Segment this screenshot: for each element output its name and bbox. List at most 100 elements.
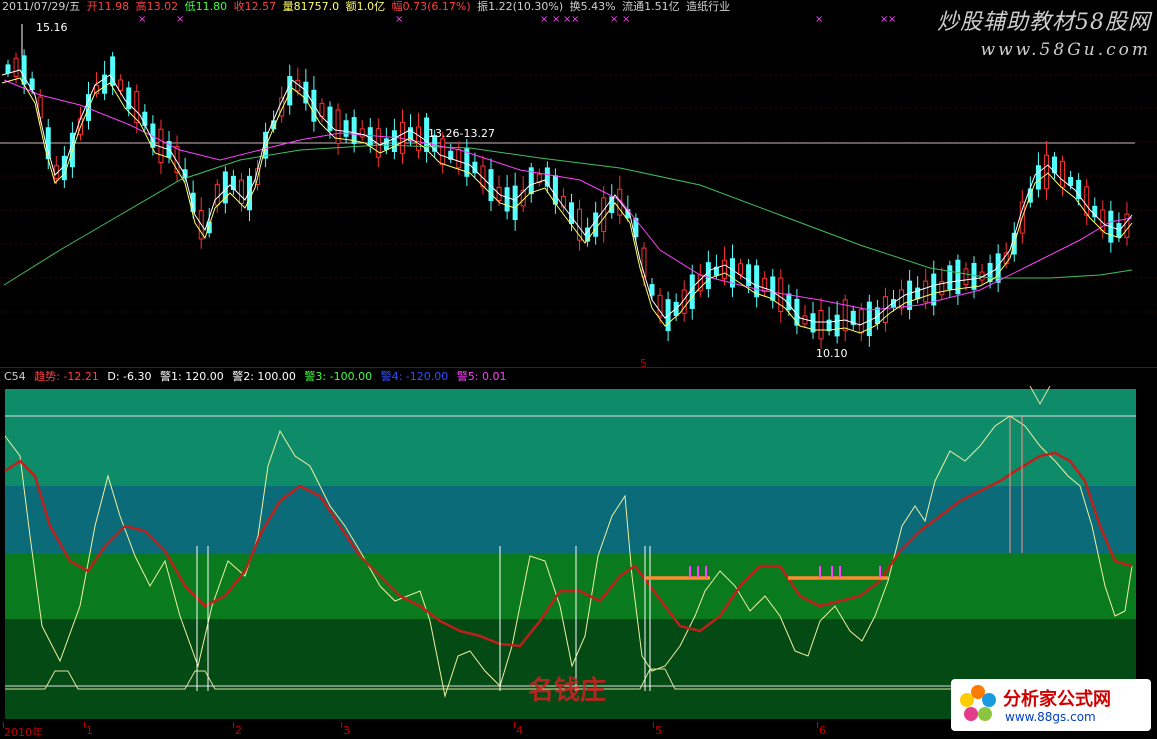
candle	[907, 280, 913, 310]
low-price-label: 10.10	[816, 347, 848, 360]
time-label-5: 5	[655, 724, 662, 737]
stock-chart-window: × × × × × × × × × × × × 2011/07/29/五 开11.98 高13.02 …	[0, 0, 1157, 739]
warn1-value: 警1: 120.00	[160, 370, 224, 383]
candle	[351, 117, 357, 144]
candle	[866, 301, 872, 337]
candle	[762, 277, 768, 292]
candle	[569, 202, 574, 225]
warn2-value: 警2: 100.00	[232, 370, 296, 383]
candle	[1076, 179, 1082, 200]
indicator-name[interactable]: C54	[4, 370, 26, 383]
signal-mark: ×	[888, 14, 896, 25]
time-label-1: 1	[86, 724, 93, 737]
candle	[834, 314, 840, 337]
indicator-chart[interactable]	[0, 386, 1157, 722]
candle	[13, 57, 19, 78]
candle	[158, 128, 164, 164]
candle	[440, 138, 446, 166]
high-price-label: 15.16	[36, 21, 68, 34]
low-value: 低11.80	[184, 0, 228, 13]
candle	[721, 259, 727, 279]
trend-value: 趋势: -12.21	[34, 370, 99, 383]
time-label-6: 6	[819, 724, 826, 737]
indicator-info-bar: C54 趋势: -12.21 D: -6.30 警1: 120.00 警2: 1…	[4, 370, 511, 384]
signal-mark: ×	[138, 14, 146, 25]
float-value: 流通1.51亿	[622, 0, 680, 13]
industry-label[interactable]: 造纸行业	[686, 0, 730, 13]
time-label-3: 3	[343, 724, 350, 737]
warn3-value: 警3: -100.00	[304, 370, 373, 383]
candle	[1035, 165, 1041, 190]
time-axis: 2010年 1 2 3 4 5 6	[0, 722, 1157, 739]
time-label-4: 4	[516, 724, 523, 737]
candle	[118, 79, 124, 92]
zone-upper	[5, 486, 1136, 553]
candle	[1060, 160, 1066, 188]
candle	[963, 268, 969, 285]
watermark: 炒股辅助教材58股网 www.58Gu.com	[937, 4, 1151, 60]
candle	[738, 263, 744, 275]
time-label-2: 2	[235, 724, 242, 737]
candle	[367, 127, 373, 147]
candle	[391, 130, 397, 153]
candle	[1043, 154, 1049, 190]
zone-lower	[5, 553, 1136, 619]
candle	[560, 195, 566, 208]
candle	[456, 149, 462, 169]
candle	[947, 265, 953, 290]
signal-mark: ×	[176, 14, 184, 25]
candle	[786, 293, 792, 311]
candle	[818, 310, 824, 340]
candle	[37, 96, 43, 119]
candle	[319, 102, 325, 117]
candle	[705, 262, 711, 289]
candle	[238, 179, 244, 204]
signal-mark: ×	[622, 14, 630, 25]
candle	[971, 262, 977, 290]
candle	[649, 284, 655, 296]
candle	[1124, 213, 1130, 238]
watermark-title: 炒股辅助教材58股网	[937, 10, 1151, 35]
logo-name: 分析家公式网	[1003, 689, 1111, 710]
signal-mark: ×	[815, 14, 823, 25]
candle	[552, 175, 558, 205]
center-brand-logo: 名钱庄	[528, 676, 607, 706]
d-value: D: -6.30	[107, 370, 152, 383]
ma20-line	[3, 79, 1133, 311]
signal-mark: ×	[395, 14, 403, 25]
ma60-line	[3, 144, 1133, 286]
zone-top	[5, 389, 1136, 486]
high-value: 高13.02	[135, 0, 179, 13]
candle	[689, 274, 695, 309]
time-label-2010: 2010年	[4, 726, 43, 739]
mid-price-label: 13.26-13.27	[428, 127, 495, 140]
candle	[593, 212, 599, 237]
month-marker-label: 5	[640, 357, 647, 370]
candle	[214, 183, 220, 206]
warn4-value: 警4: -120.00	[380, 370, 449, 383]
signal-mark: ×	[571, 14, 579, 25]
candle	[359, 128, 365, 138]
candle	[754, 265, 760, 298]
candle	[504, 187, 510, 212]
candle	[931, 273, 937, 306]
candle	[1068, 176, 1074, 186]
flower-logo-icon	[960, 685, 996, 721]
warn5-value: 警5: 0.01	[456, 370, 507, 383]
candle	[61, 155, 67, 181]
volume-value: 量81757.0	[282, 0, 340, 13]
pane-separator[interactable]	[0, 367, 1157, 368]
candle	[5, 64, 11, 74]
candle	[858, 309, 864, 334]
candle	[746, 264, 752, 287]
candle	[923, 280, 929, 303]
date-label: 2011/07/29/五	[2, 0, 81, 13]
candle	[383, 138, 389, 150]
signal-mark: ×	[552, 14, 560, 25]
change-value: 幅0.73(6.17%)	[391, 0, 471, 13]
watermark-site: www.58Gu.com	[980, 40, 1151, 60]
candle	[770, 276, 776, 301]
amplitude-value: 振1.22(10.30%)	[477, 0, 564, 13]
quote-info-bar: 2011/07/29/五 开11.98 高13.02 低11.80 收12.57…	[2, 0, 733, 14]
turnover-value: 换5.43%	[569, 0, 616, 13]
